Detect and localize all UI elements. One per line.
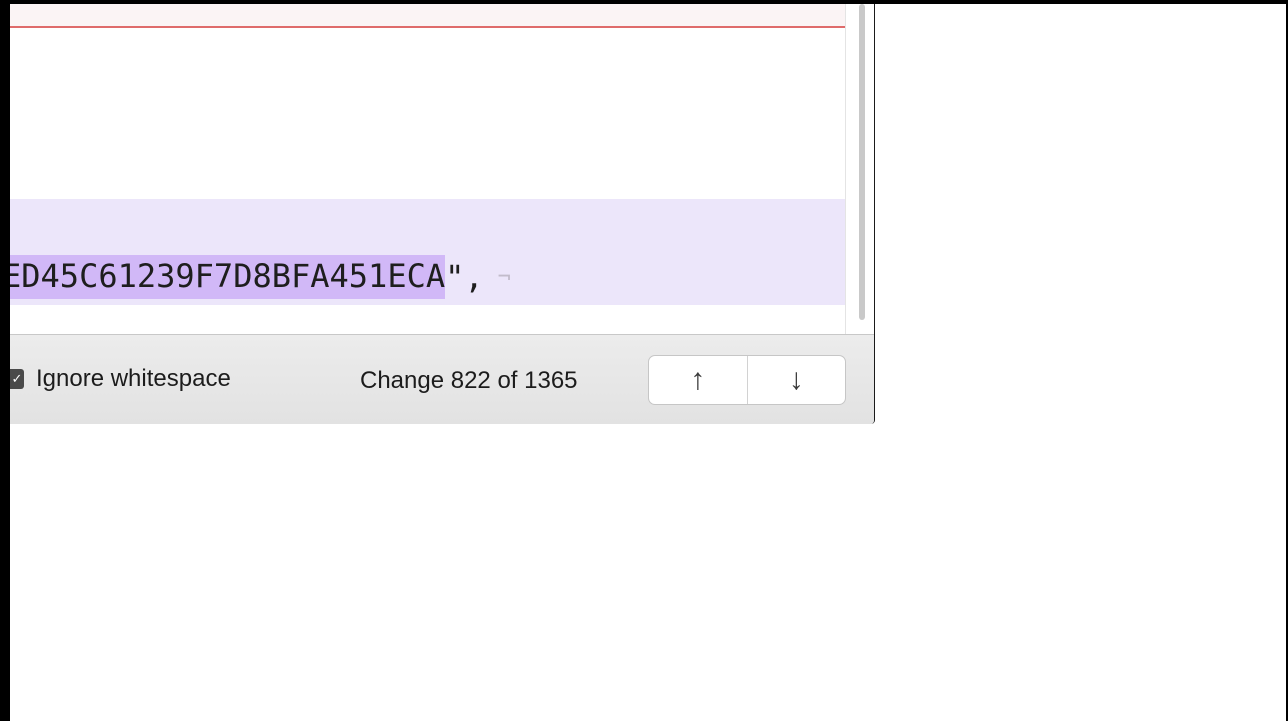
- vertical-scrollbar[interactable]: [845, 4, 874, 334]
- diff-toolbar: ✓ Ignore whitespace Change 822 of 1365 ↑…: [10, 334, 874, 424]
- change-navigation: ↑ ↓: [648, 355, 846, 405]
- diff-window: ED45C61239F7D8BFA451ECA ", ¬ ✓ Ignore whit…: [10, 4, 875, 424]
- change-counter: Change 822 of 1365: [360, 367, 578, 394]
- code-line: ED45C61239F7D8BFA451ECA ", ¬: [10, 254, 511, 300]
- scrollbar-thumb[interactable]: [859, 4, 865, 320]
- next-change-button[interactable]: ↓: [746, 356, 846, 404]
- previous-change-button[interactable]: ↑: [649, 356, 747, 404]
- code-line-tail: ",: [445, 258, 484, 296]
- diff-editor[interactable]: ED45C61239F7D8BFA451ECA ", ¬: [10, 28, 845, 334]
- arrow-up-icon: ↑: [690, 363, 706, 396]
- arrow-down-icon: ↓: [788, 363, 804, 396]
- ignore-whitespace-checkbox[interactable]: ✓: [10, 369, 24, 389]
- ignore-whitespace-label[interactable]: Ignore whitespace: [36, 365, 231, 393]
- changed-text-highlight: ED45C61239F7D8BFA451ECA: [10, 255, 446, 299]
- end-of-line-marker: ¬: [497, 264, 511, 290]
- removed-line-strip: [10, 4, 845, 28]
